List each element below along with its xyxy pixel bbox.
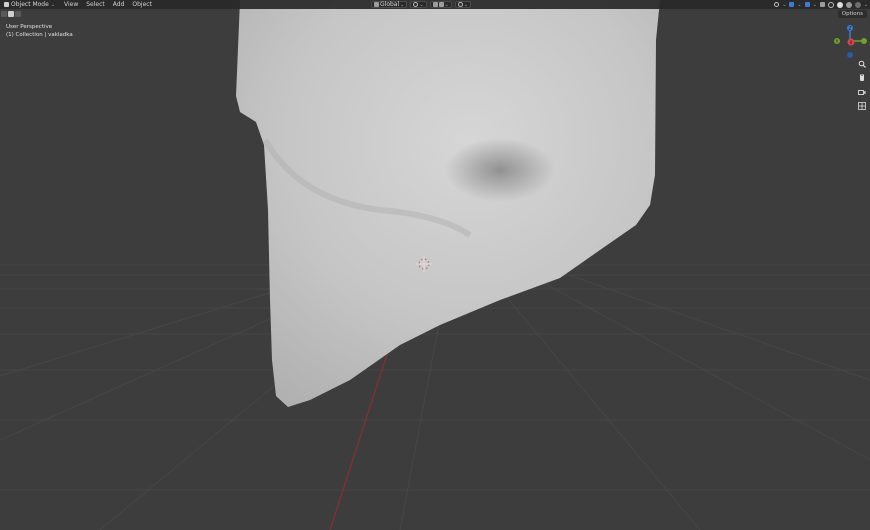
header-right: ⌄ ⌄ ⌄ ⌄ <box>774 0 868 9</box>
snap-target-icon <box>438 2 444 7</box>
pan-button[interactable] <box>857 73 867 83</box>
options-button[interactable]: Options <box>837 10 867 18</box>
gizmo-z-label: Z <box>849 26 852 31</box>
mesh-object <box>236 0 660 407</box>
perspective-label: User Perspective <box>6 24 53 30</box>
camera-view-button[interactable] <box>857 87 867 97</box>
gizmo-x-label: X <box>850 40 853 45</box>
y-axis-handle[interactable] <box>861 38 867 44</box>
chevron-down-icon: ⌄ <box>419 1 424 8</box>
viewport-scene <box>0 0 870 530</box>
orientation-icon <box>374 2 379 7</box>
object-mode-icon <box>4 2 9 7</box>
mesh-cavity <box>445 138 555 202</box>
chevron-down-icon: ⌄ <box>797 1 802 8</box>
rendered-shading-icon[interactable] <box>854 1 861 8</box>
overlay-toggle-icon[interactable] <box>804 2 810 7</box>
chevron-down-icon: ⌄ <box>444 1 449 8</box>
menu-select[interactable]: Select <box>85 0 106 9</box>
proportional-edit[interactable]: ⌄ <box>454 1 471 8</box>
menu-object[interactable]: Object <box>131 0 153 9</box>
material-shading-icon[interactable] <box>845 1 852 8</box>
mode-label: Object Mode <box>11 1 49 8</box>
select-extend-icon[interactable] <box>8 11 14 17</box>
gizmo-y-label: Y <box>835 39 839 44</box>
navigation-gizmo[interactable]: Y Z X <box>830 22 870 62</box>
camera-icon <box>858 90 866 95</box>
chevron-down-icon: ⌄ <box>863 1 868 8</box>
collection-label: (1) Collection | vakladka <box>6 32 73 38</box>
snap-icon <box>432 2 438 7</box>
chevron-down-icon: ⌄ <box>463 1 468 8</box>
menu-add[interactable]: Add <box>112 0 126 9</box>
solid-shading-icon[interactable] <box>836 1 843 8</box>
3d-viewport[interactable] <box>0 0 870 530</box>
navigation-controls <box>857 59 867 111</box>
pivot-selector[interactable]: ⌄ <box>410 1 427 8</box>
zoom-icon <box>858 60 866 68</box>
chevron-down-icon: ⌄ <box>400 1 405 8</box>
xray-icon[interactable] <box>819 2 825 7</box>
gizmo-toggle-icon[interactable] <box>789 2 795 7</box>
chevron-down-icon: ⌄ <box>782 1 787 8</box>
wireframe-shading-icon[interactable] <box>827 1 834 8</box>
header-center: Global ⌄ ⌄ ⌄ ⌄ <box>371 0 471 9</box>
chevron-down-icon: ⌄ <box>812 1 817 8</box>
proportional-edit-icon <box>457 2 463 7</box>
chevron-down-icon: ⌄ <box>50 1 55 8</box>
viewport-info: User Perspective (1) Collection | vaklad… <box>6 23 73 39</box>
neg-z-axis-handle[interactable] <box>847 52 853 58</box>
transform-orientation[interactable]: Global ⌄ <box>371 0 408 8</box>
pivot-icon <box>413 2 419 7</box>
ortho-toggle-button[interactable] <box>857 101 867 111</box>
menu-view[interactable]: View <box>63 0 79 9</box>
snap-selector[interactable]: ⌄ <box>429 1 452 8</box>
select-subtract-icon[interactable] <box>15 11 21 17</box>
header-left: Object Mode ⌄ View Select Add Object <box>2 0 153 9</box>
hand-icon <box>860 74 864 81</box>
zoom-button[interactable] <box>857 59 867 69</box>
orientation-label: Global <box>380 0 400 8</box>
select-box-icon[interactable] <box>1 11 7 17</box>
mode-selector[interactable]: Object Mode ⌄ <box>2 1 57 9</box>
visibility-icon[interactable] <box>774 2 780 7</box>
select-mode-buttons <box>1 11 21 17</box>
viewport-header: Object Mode ⌄ View Select Add Object Glo… <box>0 0 870 9</box>
grid-icon <box>858 102 866 110</box>
